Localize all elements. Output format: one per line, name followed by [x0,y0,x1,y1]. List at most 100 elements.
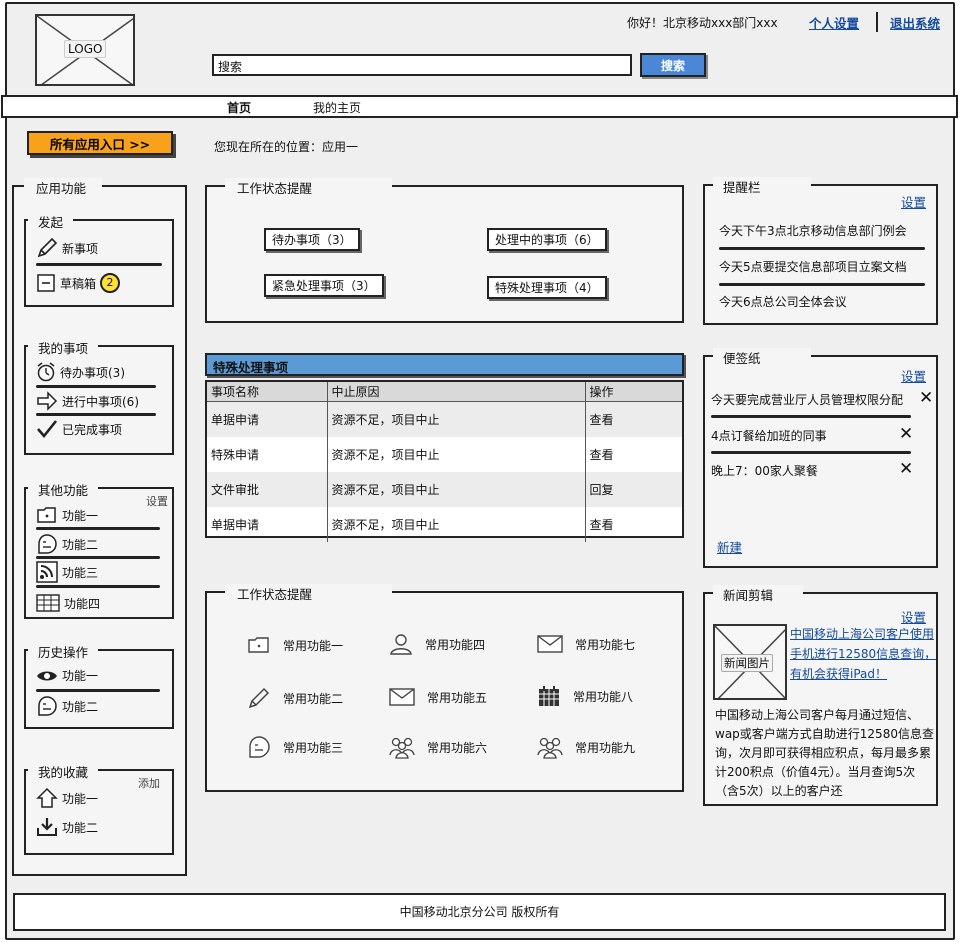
table-action-link[interactable]: 查看 [585,507,682,542]
other-functions-settings-link[interactable]: 设置 [146,493,168,509]
sidebar-item-function-3[interactable]: 功能三 [36,561,98,583]
divider [719,247,925,250]
sidebar-item-new[interactable]: 新事项 [36,237,98,259]
close-icon[interactable]: ✕ [919,388,933,408]
table-action-link[interactable]: 查看 [585,401,682,437]
reminder-item[interactable]: 今天下午3点北京移动信息部门例会 [719,222,907,239]
table-cell: 单据申请 [207,401,328,437]
divider [36,263,162,266]
sidebar: 应用功能 发起 新事项 草稿箱 2 我的事项 待办事项(3) 进行中事项(6) … [12,178,187,876]
table-action-link[interactable]: 回复 [585,471,682,507]
favorites-section: 我的收藏 添加 功能一 功能二 [24,762,174,855]
my-items-title: 我的事项 [28,338,99,357]
arrow-right-icon [37,391,58,411]
common-function-6[interactable]: 常用功能六 [389,735,487,759]
note-item[interactable]: 晚上7：00家人聚餐 [711,462,818,479]
logout-link[interactable]: 退出系统 [890,13,940,32]
reminders-title: 提醒栏 [713,177,811,196]
common-function-4[interactable]: 常用功能四 [389,633,485,655]
work-status-special[interactable]: 特殊处理事项（4） [487,276,607,299]
favorite-item-function-2[interactable]: 功能二 [36,817,98,837]
favorite-item-function-1[interactable]: 功能一 [36,787,98,809]
reminders-settings-link[interactable]: 设置 [901,192,926,211]
rss-icon [36,561,58,583]
sidebar-item-todo[interactable]: 待办事项(3) [36,361,125,383]
reminder-item[interactable]: 今天6点总公司全体会议 [719,293,847,310]
sidebar-item-label: 功能四 [64,596,101,611]
history-item-function-2[interactable]: 功能二 [36,695,98,717]
all-apps-button[interactable]: 所有应用入口 >> [27,131,173,155]
note-item[interactable]: 4点订餐给加班的同事 [711,427,827,444]
sidebar-item-in-progress[interactable]: 进行中事项(6) [36,391,139,411]
divider [36,556,160,559]
reminders-panel: 提醒栏 设置 今天下午3点北京移动信息部门例会 今天5点要提交信息部项目立案文档… [703,177,938,325]
group-icon [537,737,563,759]
personal-settings-link[interactable]: 个人设置 [809,13,859,32]
other-functions-title: 其他功能 [28,480,99,499]
download-icon [37,818,57,836]
table-cell: 特殊申请 [207,436,328,472]
sidebar-item-function-1[interactable]: 功能一 [36,505,98,525]
sidebar-item-function-2[interactable]: 功能二 [36,533,98,555]
mail-icon [537,635,563,653]
divider [36,689,160,692]
table-action-link[interactable]: 查看 [585,437,682,472]
common-function-5[interactable]: 常用功能五 [389,688,487,706]
sidebar-item-label: 新事项 [62,241,99,256]
mail-icon [389,688,415,706]
notes-settings-link[interactable]: 设置 [901,366,926,385]
nav-item-my-home[interactable]: 我的主页 [313,99,361,116]
launch-title: 发起 [28,212,74,231]
news-panel: 新闻剪辑 设置 新闻图片 中国移动上海公司客户使用手机进行12580信息查询，有… [703,585,938,806]
sidebar-item-function-4[interactable]: 功能四 [36,593,100,613]
sidebar-item-label: 功能二 [62,537,99,552]
news-image[interactable]: 新闻图片 [713,624,787,700]
sidebar-item-label: 草稿箱 [60,276,97,291]
sidebar-item-completed[interactable]: 已完成事项 [36,419,122,439]
favorites-title: 我的收藏 [28,762,99,781]
new-note-link[interactable]: 新建 [717,537,742,556]
common-function-7[interactable]: 常用功能七 [537,635,635,653]
favorites-add-link[interactable]: 添加 [138,775,160,791]
history-title: 历史操作 [28,642,99,661]
chat-face-icon [38,534,57,554]
common-function-9[interactable]: 常用功能九 [537,735,635,759]
sidebar-item-label: 功能一 [62,508,99,523]
search-input[interactable]: 搜索 [212,54,632,76]
common-function-label: 常用功能四 [425,637,486,652]
nav-item-home[interactable]: 首页 [227,99,251,116]
notes-panel: 便签纸 设置 今天要完成营业厅人员管理权限分配 ✕ 4点订餐给加班的同事 ✕ 晚… [703,348,938,568]
news-title: 新闻剪辑 [713,585,804,604]
common-functions-title: 工作状态提醒 [225,584,393,603]
work-status-urgent[interactable]: 紧急处理事项（3） [264,274,384,297]
launch-section: 发起 新事项 草稿箱 2 [24,212,174,307]
sidebar-item-drafts[interactable]: 草稿箱 2 [36,273,121,293]
reminder-item[interactable]: 今天5点要提交信息部项目立案文档 [719,258,907,275]
search-button[interactable]: 搜索 [640,53,706,77]
chat-face-icon [38,696,57,716]
news-image-label: 新闻图片 [721,654,773,672]
folder-icon [37,507,56,523]
eye-icon [37,671,57,680]
common-function-3[interactable]: 常用功能三 [247,735,343,759]
close-icon[interactable]: ✕ [899,424,913,444]
logo: LOGO [35,14,135,86]
column-header-name: 事项名称 [207,382,328,402]
common-function-2[interactable]: 常用功能二 [247,686,343,710]
common-function-8[interactable]: 常用功能八 [537,685,633,707]
column-header-action: 操作 [585,382,682,402]
news-headline-link[interactable]: 中国移动上海公司客户使用手机进行12580信息查询，有机会获得iPad！ [790,624,942,684]
common-function-1[interactable]: 常用功能一 [247,635,343,655]
work-status-todo[interactable]: 待办事项（3） [264,228,360,251]
table-row: 单据申请 资源不足，项目中止 查看 [207,506,682,542]
close-icon[interactable]: ✕ [899,459,913,479]
calendar-icon [539,686,559,706]
common-function-label: 常用功能七 [575,637,636,652]
note-item[interactable]: 今天要完成营业厅人员管理权限分配 [711,391,903,408]
pencil-icon [37,237,58,258]
sidebar-item-label: 待办事项(3) [60,365,125,380]
draft-count-badge: 2 [100,273,121,293]
work-status-processing[interactable]: 处理中的事项（6） [487,228,607,251]
special-table-title: 特殊处理事项 [205,353,684,376]
history-item-function-1[interactable]: 功能一 [36,667,98,684]
